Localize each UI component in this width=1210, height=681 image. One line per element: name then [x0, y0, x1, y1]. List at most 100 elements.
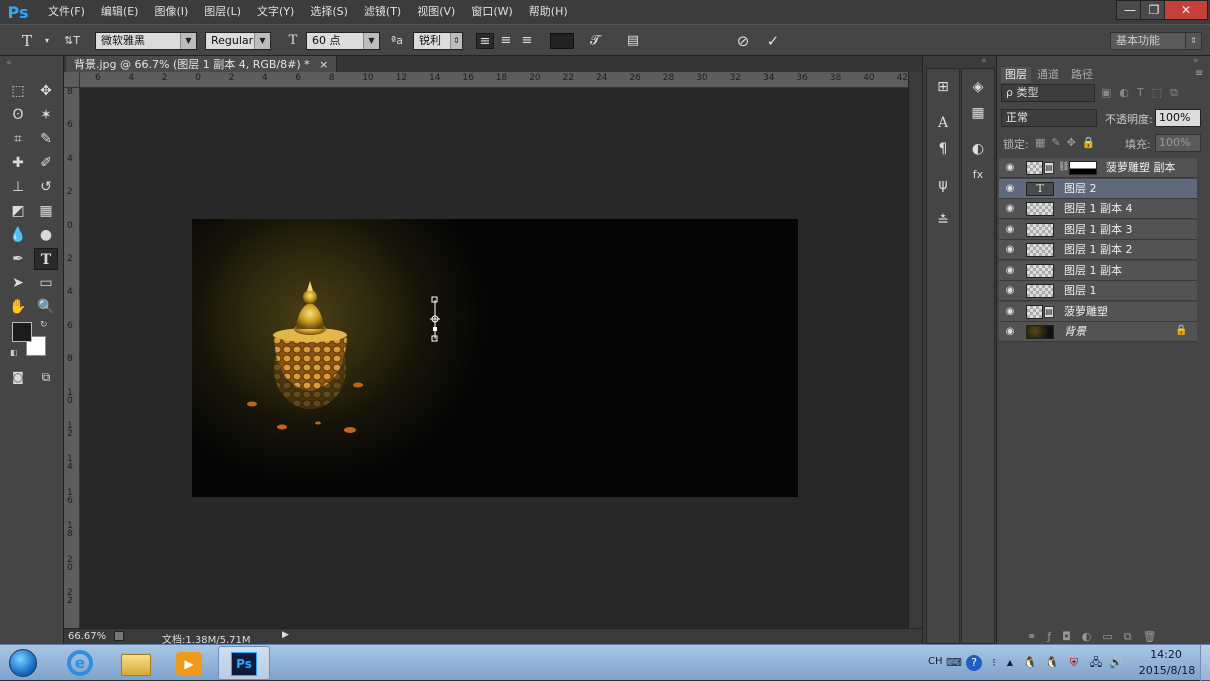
menu-item[interactable]: 图像(I)	[146, 0, 196, 24]
document-image[interactable]	[192, 219, 798, 497]
volume-icon[interactable]: 🔊	[1108, 655, 1124, 671]
start-button[interactable]	[0, 646, 52, 680]
marquee-tool-icon[interactable]: ⬚	[6, 80, 30, 102]
paragraph-panel-icon[interactable]: ¶	[933, 139, 953, 159]
navigator-panel-icon[interactable]: ◈	[968, 77, 988, 97]
visibility-eye-icon[interactable]: ◉	[1003, 243, 1017, 257]
close-window-button[interactable]: ✕	[1164, 0, 1208, 20]
zoom-level[interactable]: 66.67%	[68, 631, 106, 642]
vertical-scrollbar[interactable]	[908, 72, 922, 628]
workspace-select[interactable]: 基本功能 ⇕	[1110, 32, 1202, 50]
lasso-tool-icon[interactable]: ʘ	[6, 104, 30, 126]
document-tab[interactable]: 背景.jpg @ 66.7% (图层 1 副本 4, RGB/8#) * ×	[66, 56, 338, 73]
menu-item[interactable]: 帮助(H)	[521, 0, 576, 24]
show-desktop-button[interactable]	[1200, 645, 1210, 681]
close-tab-icon[interactable]: ×	[319, 58, 328, 71]
anti-alias-select[interactable]: 锐利 ⇕	[413, 32, 463, 50]
magic-wand-tool-icon[interactable]: ✶	[34, 104, 58, 126]
history-panel-icon[interactable]: ⊞	[933, 77, 953, 97]
properties-panel-icon[interactable]: ≛	[933, 211, 953, 231]
ie-taskbar-icon[interactable]: e	[54, 646, 106, 680]
media-player-taskbar-icon[interactable]: ▶	[164, 646, 216, 680]
horizontal-ruler[interactable]: 6 4 2 0 2 4 6 8 10 12 14 16 18 20 22 24 26 28 30 32 34 36 38 40…	[80, 72, 908, 88]
visibility-eye-icon[interactable]: ◉	[1003, 182, 1017, 196]
quick-mask-icon[interactable]: ◙	[6, 366, 30, 388]
pen-tool-icon[interactable]: ✒	[6, 248, 30, 270]
clock-date[interactable]: 2015/8/18	[1134, 664, 1200, 677]
visibility-eye-icon[interactable]: ◉	[1003, 161, 1017, 175]
security-icon[interactable]: ⛨	[1066, 655, 1082, 671]
menu-item[interactable]: 视图(V)	[409, 0, 463, 24]
move-tool-icon[interactable]: ✥	[34, 80, 58, 102]
default-colors-icon[interactable]: ◧	[10, 348, 18, 357]
rectangle-tool-icon[interactable]: ▭	[34, 272, 58, 294]
hand-tool-icon[interactable]: ✋	[6, 296, 30, 318]
eraser-tool-icon[interactable]: ◩	[6, 200, 30, 222]
tab-paths[interactable]: 路径	[1067, 67, 1097, 83]
layer-mask-thumbnail[interactable]	[1069, 161, 1097, 175]
cancel-edits-icon[interactable]: ⊘	[734, 33, 752, 49]
canvas-workspace[interactable]	[80, 88, 908, 628]
character-panel-icon[interactable]: ▤	[624, 33, 642, 49]
type-tool-preset-icon[interactable]: T	[18, 33, 36, 49]
visibility-eye-icon[interactable]: ◉	[1003, 305, 1017, 319]
visibility-eye-icon[interactable]: ◉	[1003, 264, 1017, 278]
layer-row[interactable]: ◉ 图层 1 副本 4	[999, 199, 1197, 219]
vertical-ruler[interactable]: 8 6 4 2 0 2 4 6 8 1 0 1 2 1 4 1 6 1 8 2 0 2 2	[64, 88, 80, 628]
align-center-icon[interactable]: ≡	[497, 33, 515, 49]
menu-item[interactable]: 编辑(E)	[93, 0, 147, 24]
menu-item[interactable]: 滤镜(T)	[356, 0, 409, 24]
layer-row[interactable]: ◉ 图层 1 副本 2	[999, 240, 1197, 260]
layer-row[interactable]: ◉ ▤ ⛓ 菠萝雕塑 副本	[999, 158, 1197, 178]
align-right-icon[interactable]: ≡	[518, 33, 536, 49]
chevron-down-icon[interactable]: ▾	[38, 33, 56, 49]
layer-row[interactable]: ◉ ▤ 菠萝雕塑	[999, 301, 1197, 322]
clone-stamp-tool-icon[interactable]: ⊥	[6, 176, 30, 198]
align-left-icon[interactable]: ≡	[476, 33, 494, 49]
keyboard-icon[interactable]: ⌨	[946, 655, 962, 671]
ruler-origin[interactable]	[64, 72, 80, 88]
layer-row[interactable]: ◉ 图层 1	[999, 281, 1197, 301]
zoom-tool-icon[interactable]: 🔍	[34, 296, 58, 318]
menu-item[interactable]: 文字(Y)	[249, 0, 302, 24]
path-selection-tool-icon[interactable]: ➤	[6, 272, 30, 294]
swap-colors-icon[interactable]: ↻	[40, 320, 48, 330]
fill-field[interactable]: 100%	[1155, 134, 1201, 152]
status-menu-arrow-icon[interactable]: ▶	[282, 630, 289, 640]
warp-text-icon[interactable]: 𝓣	[586, 33, 604, 49]
dodge-tool-icon[interactable]: ●	[34, 224, 58, 246]
menu-item[interactable]: 选择(S)	[302, 0, 356, 24]
layer-filter-icons[interactable]: ▣◐T⬚⧉	[1101, 86, 1197, 100]
photoshop-taskbar-icon[interactable]: Ps	[218, 646, 270, 680]
healing-brush-tool-icon[interactable]: ✚	[6, 152, 30, 174]
explorer-taskbar-icon[interactable]	[110, 646, 162, 680]
blend-mode-select[interactable]: 正常	[1001, 109, 1097, 127]
qq-icon[interactable]: 🐧	[1022, 655, 1038, 671]
clock-time[interactable]: 14:20	[1138, 648, 1194, 661]
tab-channels[interactable]: 通道	[1033, 67, 1063, 83]
layer-row[interactable]: ◉ 背景 🔒	[999, 322, 1197, 342]
styles-panel-icon[interactable]: fx	[968, 165, 988, 185]
tab-layers[interactable]: 图层	[1001, 67, 1031, 83]
visibility-eye-icon[interactable]: ◉	[1003, 325, 1017, 339]
status-icon[interactable]	[114, 631, 124, 641]
input-language-indicator[interactable]: CH	[928, 656, 943, 667]
blur-tool-icon[interactable]: 💧	[6, 224, 30, 246]
type-tool-icon[interactable]: T	[34, 248, 58, 270]
character-panel-icon[interactable]: A	[933, 113, 953, 133]
collapse-panel-icon[interactable]: «	[6, 58, 12, 68]
crop-tool-icon[interactable]: ⌗	[6, 128, 30, 150]
show-hidden-icons[interactable]: ▲	[1002, 655, 1018, 671]
layer-filter-select[interactable]: ρ 类型	[1001, 84, 1095, 102]
ime-settings-icon[interactable]: ⁝	[986, 655, 1002, 671]
commit-edits-icon[interactable]: ✓	[764, 33, 782, 49]
layer-row[interactable]: ◉ 图层 1 副本	[999, 260, 1197, 281]
visibility-eye-icon[interactable]: ◉	[1003, 284, 1017, 298]
eyedropper-tool-icon[interactable]: ✎	[34, 128, 58, 150]
font-family-select[interactable]: 微软雅黑 ▼	[95, 32, 197, 50]
text-color-swatch[interactable]	[550, 33, 574, 49]
adjustments-panel-icon[interactable]: ◐	[968, 139, 988, 159]
layer-actions-bar[interactable]: ⚭ƒ◘◐▭⧉🗑	[1027, 630, 1207, 644]
tool-presets-icon[interactable]: ψ	[933, 175, 953, 195]
screen-mode-icon[interactable]: ⧉	[34, 366, 58, 388]
